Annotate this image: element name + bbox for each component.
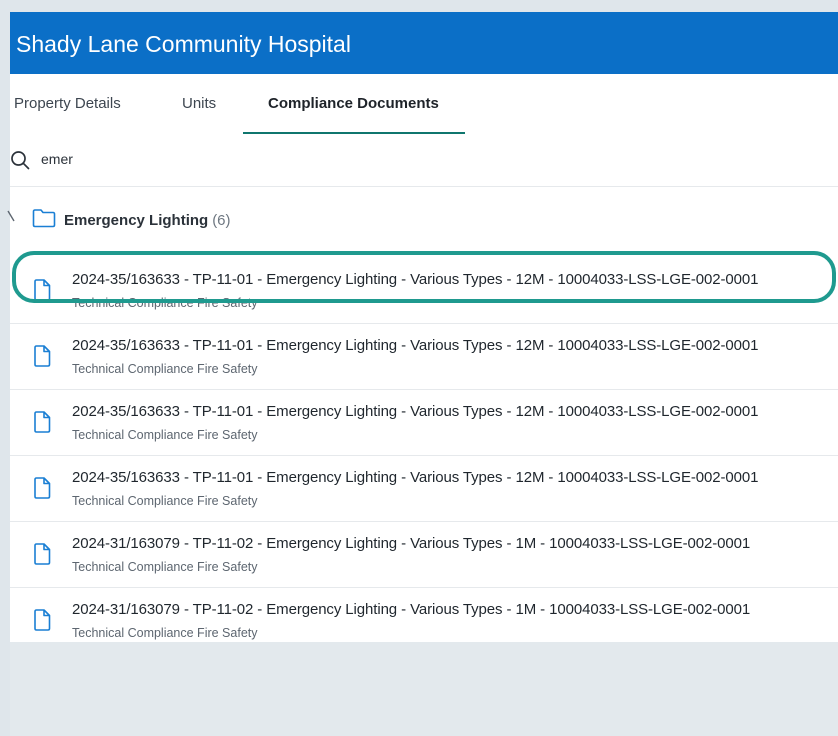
document-icon xyxy=(34,411,51,433)
document-category: Technical Compliance Fire Safety xyxy=(72,296,258,310)
document-list: 2024-35/163633 - TP-11-01 - Emergency Li… xyxy=(10,258,838,653)
document-category: Technical Compliance Fire Safety xyxy=(72,494,258,508)
document-icon xyxy=(34,345,51,367)
document-name: 2024-35/163633 - TP-11-01 - Emergency Li… xyxy=(72,337,759,354)
document-icon xyxy=(34,543,51,565)
tab-bar: Property Details Units Compliance Docume… xyxy=(10,74,838,137)
document-name: 2024-35/163633 - TP-11-01 - Emergency Li… xyxy=(72,271,759,288)
tab-property-details[interactable]: Property Details xyxy=(14,74,121,134)
document-category: Technical Compliance Fire Safety xyxy=(72,626,258,640)
app-window: Shady Lane Community Hospital Property D… xyxy=(7,12,838,736)
search-icon xyxy=(11,151,30,170)
document-icon xyxy=(34,477,51,499)
tab-units[interactable]: Units xyxy=(182,74,216,134)
search-bar[interactable]: emer xyxy=(10,136,838,187)
document-name: 2024-35/163633 - TP-11-01 - Emergency Li… xyxy=(72,469,759,486)
document-row[interactable]: 2024-35/163633 - TP-11-01 - Emergency Li… xyxy=(10,324,838,390)
document-name: 2024-31/163079 - TP-11-02 - Emergency Li… xyxy=(72,601,751,618)
chevron-down-icon[interactable] xyxy=(6,209,16,223)
document-row[interactable]: 2024-35/163633 - TP-11-01 - Emergency Li… xyxy=(10,390,838,456)
document-category: Technical Compliance Fire Safety xyxy=(72,428,258,442)
page-title: Shady Lane Community Hospital xyxy=(16,31,351,57)
document-row[interactable]: 2024-31/163079 - TP-11-02 - Emergency Li… xyxy=(10,588,838,653)
folder-label: Emergency Lighting (6) xyxy=(64,212,231,229)
top-strip xyxy=(0,0,838,12)
document-row[interactable]: 2024-31/163079 - TP-11-02 - Emergency Li… xyxy=(10,522,838,588)
document-row[interactable]: 2024-35/163633 - TP-11-01 - Emergency Li… xyxy=(10,456,838,522)
folder-group-emergency-lighting[interactable]: Emergency Lighting (6) xyxy=(7,187,838,251)
folder-name: Emergency Lighting xyxy=(64,212,209,229)
document-row[interactable]: 2024-35/163633 - TP-11-01 - Emergency Li… xyxy=(10,258,838,324)
search-input[interactable]: emer xyxy=(41,151,73,167)
tab-compliance-documents[interactable]: Compliance Documents xyxy=(268,74,439,134)
folder-icon xyxy=(32,209,56,228)
documents-panel: emer Emergency Lighting (6) 2024-35/16363… xyxy=(7,136,838,642)
document-category: Technical Compliance Fire Safety xyxy=(72,560,258,574)
active-tab-indicator xyxy=(243,132,465,134)
document-icon xyxy=(34,279,51,301)
document-name: 2024-31/163079 - TP-11-02 - Emergency Li… xyxy=(72,535,751,552)
document-category: Technical Compliance Fire Safety xyxy=(72,362,258,376)
document-icon xyxy=(34,609,51,631)
document-name: 2024-35/163633 - TP-11-01 - Emergency Li… xyxy=(72,403,759,420)
folder-count: (6) xyxy=(212,212,231,229)
app-header: Shady Lane Community Hospital xyxy=(10,12,838,74)
